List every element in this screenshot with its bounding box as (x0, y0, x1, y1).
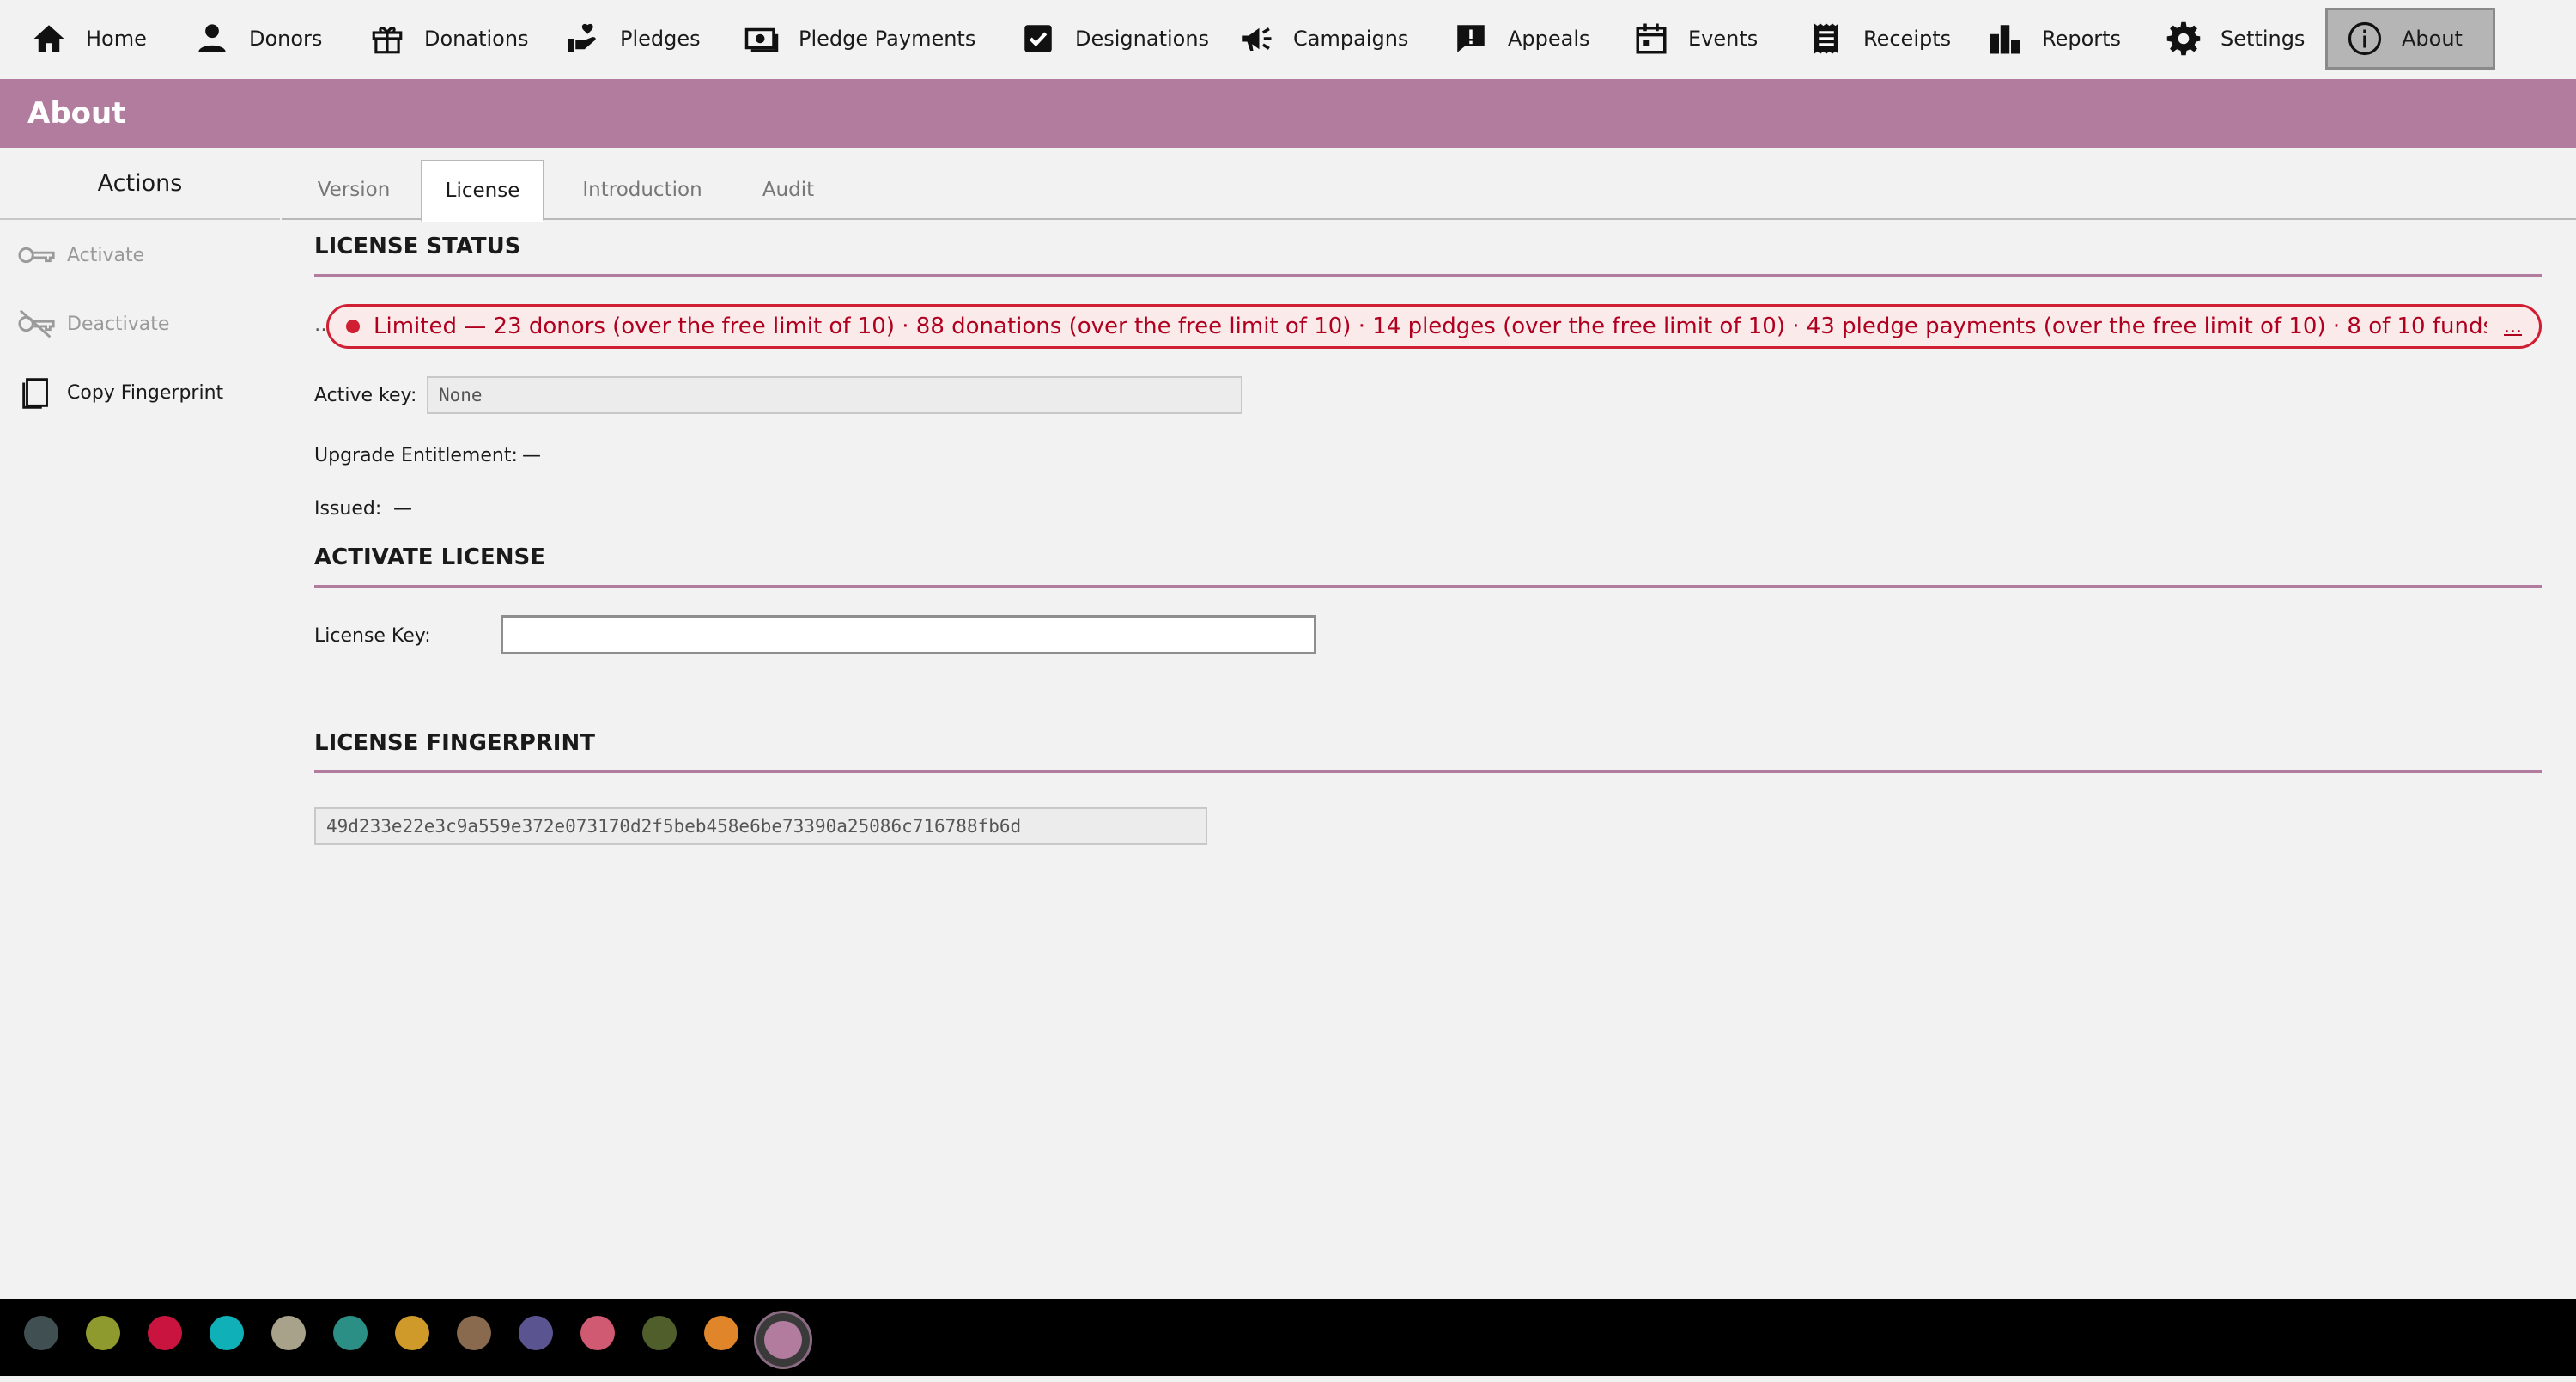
nav-label: Settings (2221, 27, 2306, 51)
nav-label: Home (86, 27, 147, 51)
tab-introduction[interactable]: Introduction (555, 160, 730, 220)
license-status-badge: Limited — 23 donors (over the free limit… (326, 304, 2542, 349)
copy-fingerprint-button[interactable]: Copy Fingerprint (17, 371, 223, 414)
receipt-icon (1814, 23, 1838, 54)
nav-label: Campaigns (1293, 27, 1409, 51)
theme-color-bar (0, 1299, 2576, 1376)
nav-label: Pledges (620, 27, 701, 51)
deactivate-button[interactable]: Deactivate (17, 302, 169, 345)
license-key-label: License Key: (314, 625, 431, 647)
key-icon (18, 247, 55, 264)
activate-button[interactable]: Activate (17, 234, 144, 277)
color-swatch[interactable] (395, 1316, 429, 1350)
nav-donors[interactable]: Donors (175, 8, 341, 70)
tab-license[interactable]: License (421, 160, 544, 222)
nav-label: Donors (249, 27, 323, 51)
fingerprint-field: 49d233e22e3c9a559e372e073170d2f5beb458e6… (314, 807, 1207, 845)
issued-value: — (393, 498, 412, 520)
status-dot-icon (346, 320, 360, 333)
nav-reports[interactable]: Reports (1968, 8, 2140, 70)
nav-donations[interactable]: Donations (350, 8, 548, 70)
person-icon (198, 24, 226, 52)
nav-label: Designations (1075, 27, 1210, 51)
color-swatch[interactable] (24, 1316, 58, 1350)
color-swatch[interactable] (210, 1316, 244, 1350)
copy-icon (22, 378, 48, 409)
color-swatch[interactable] (148, 1316, 182, 1350)
nav-settings[interactable]: Settings (2147, 8, 2324, 70)
license-fingerprint-heading: LICENSE FINGERPRINT (314, 730, 2542, 773)
nav-designations[interactable]: Designations (1001, 8, 1228, 70)
color-swatch[interactable] (271, 1316, 306, 1350)
nav-about[interactable]: About (2325, 8, 2495, 70)
copy-fingerprint-label: Copy Fingerprint (67, 381, 224, 404)
nav-label: Pledge Payments (799, 27, 976, 51)
calendar-icon (1636, 23, 1667, 54)
license-key-input[interactable] (501, 615, 1316, 654)
license-status-text: Limited — 23 donors (over the free limit… (374, 314, 2488, 339)
color-swatch[interactable] (580, 1316, 615, 1350)
upgrade-entitlement-label: Upgrade Entitlement: (314, 445, 518, 466)
nav-campaigns[interactable]: Campaigns (1219, 8, 1427, 70)
activate-license-heading: ACTIVATE LICENSE (314, 545, 2542, 588)
tab-audit[interactable]: Audit (737, 160, 840, 220)
exclamation-bubble-icon (1457, 25, 1485, 52)
nav-label: Events (1688, 27, 1759, 51)
bottom-strip (0, 1376, 2576, 1382)
home-icon (33, 25, 64, 52)
gift-icon (372, 27, 403, 54)
money-icon (744, 27, 779, 52)
top-navigation: Home Donors Donations Pledges Pledge Pay… (0, 0, 2576, 79)
tab-version[interactable]: Version (282, 160, 426, 220)
color-swatch[interactable] (86, 1316, 120, 1350)
nav-home[interactable]: Home (12, 8, 166, 70)
nav-label: Reports (2042, 27, 2122, 51)
license-status-heading: LICENSE STATUS (314, 234, 2542, 277)
issued-label: Issued: (314, 498, 382, 520)
active-key-field: None (427, 376, 1242, 414)
status-more-link[interactable]: ... (2504, 316, 2522, 338)
nav-events[interactable]: Events (1614, 8, 1777, 70)
active-key-label: Active key: (314, 385, 417, 406)
hand-heart-icon (568, 23, 596, 52)
color-swatch[interactable] (642, 1316, 677, 1350)
nav-label: Appeals (1508, 27, 1590, 51)
activate-label: Activate (67, 244, 145, 266)
nav-label: Receipts (1863, 27, 1952, 51)
nav-receipts[interactable]: Receipts (1789, 8, 1970, 70)
nav-pledges[interactable]: Pledges (546, 8, 720, 70)
nav-label: Donations (424, 27, 529, 51)
page-title: About (0, 79, 2576, 148)
nav-appeals[interactable]: Appeals (1434, 8, 1609, 70)
color-swatch[interactable] (704, 1316, 738, 1350)
upgrade-entitlement-value: — (522, 445, 541, 466)
info-icon (2348, 21, 2382, 56)
checkbox-icon (1024, 25, 1052, 52)
color-swatch[interactable] (519, 1316, 553, 1350)
nav-label: About (2402, 27, 2463, 51)
gear-icon (2166, 21, 2201, 56)
color-swatch[interactable] (764, 1321, 802, 1359)
deactivate-label: Deactivate (67, 313, 170, 335)
nav-pledge-payments[interactable]: Pledge Payments (725, 8, 994, 70)
actions-header: Actions (0, 148, 280, 220)
color-swatch[interactable] (333, 1316, 368, 1350)
color-swatch[interactable] (457, 1316, 491, 1350)
bar-chart-icon (1990, 25, 2020, 54)
key-off-icon (18, 309, 55, 338)
tab-bar: Version License Introduction Audit (282, 160, 2576, 222)
megaphone-icon (1242, 27, 1272, 51)
